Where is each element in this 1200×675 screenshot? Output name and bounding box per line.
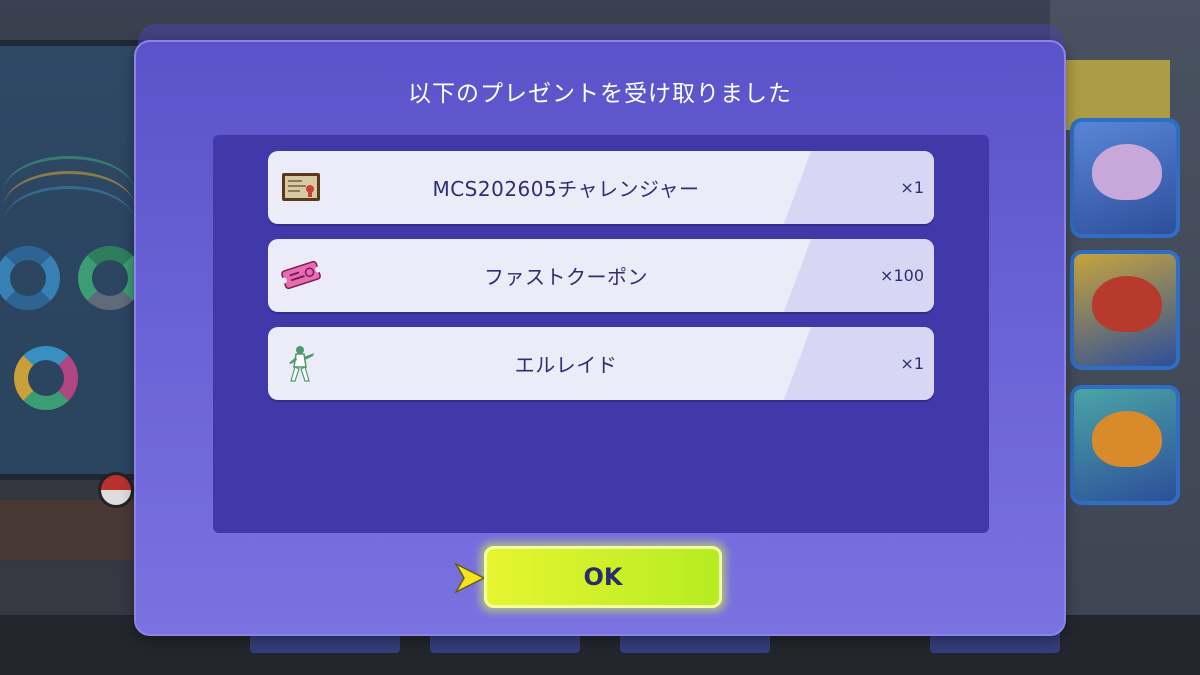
- certificate-icon: [280, 167, 322, 207]
- background-card: [1070, 385, 1180, 505]
- reward-list-panel: MCS202605チャレンジャー ×1 ファストクーポン ×100 エルレイド …: [213, 135, 989, 533]
- background-pokeball: [98, 472, 134, 508]
- ok-button-label: OK: [583, 563, 623, 591]
- reward-item-quantity: ×1: [900, 354, 924, 373]
- reward-item-gallade: エルレイド ×1: [268, 327, 934, 400]
- reward-item-fast-coupon: ファストクーポン ×100: [268, 239, 934, 312]
- reward-item-challenger: MCS202605チャレンジャー ×1: [268, 151, 934, 224]
- dialog-title: 以下のプレゼントを受け取りました: [408, 81, 792, 107]
- ok-button[interactable]: OK: [484, 546, 722, 608]
- reward-item-quantity: ×1: [900, 178, 924, 197]
- present-received-dialog: 以下のプレゼントを受け取りました MCS202605チャレンジャー ×1 ファス…: [134, 40, 1066, 636]
- background-card: [1070, 250, 1180, 370]
- reward-item-name: MCS202605チャレンジャー: [432, 177, 700, 201]
- background-monitor: [0, 40, 150, 480]
- coupon-ticket-icon: [280, 255, 322, 295]
- reward-item-name: ファストクーポン: [484, 265, 648, 289]
- reward-item-quantity: ×100: [880, 266, 924, 285]
- selection-cursor-icon: [454, 562, 486, 594]
- background-right-wall: [1050, 0, 1200, 675]
- pokemon-gallade-icon: [280, 343, 322, 383]
- reward-item-name: エルレイド: [514, 353, 618, 377]
- background-card: [1070, 118, 1180, 238]
